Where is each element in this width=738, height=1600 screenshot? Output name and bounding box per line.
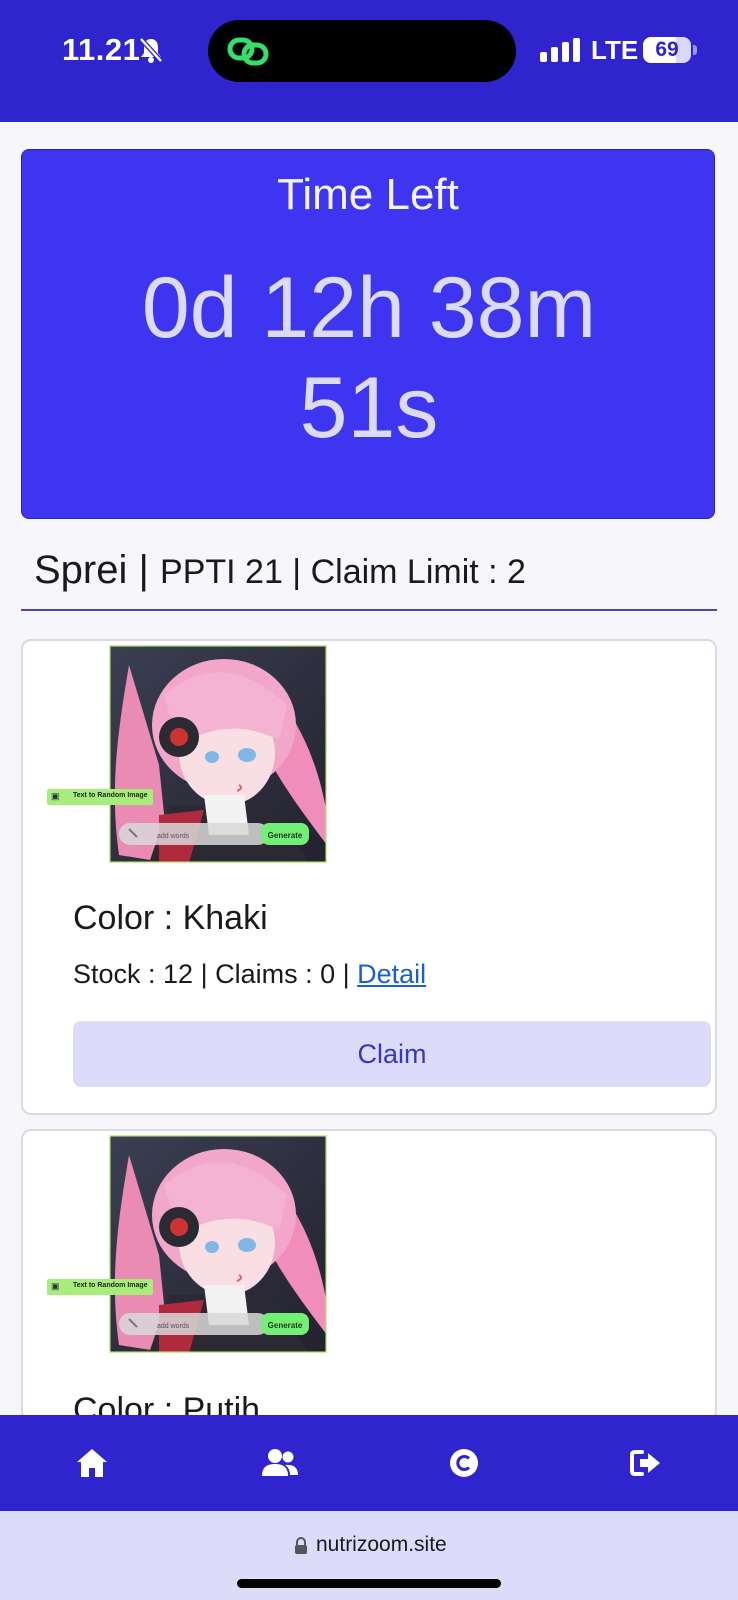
detail-link[interactable]: Detail xyxy=(357,959,426,989)
url-text: nutrizoom.site xyxy=(316,1533,447,1556)
product-card: Generate add words ▣ Text to Random Imag… xyxy=(21,1129,717,1421)
stock-text: Stock : 12 | Claims : 0 | xyxy=(73,959,358,989)
image-input-placeholder: add words xyxy=(157,1323,190,1330)
generate-button-label: Generate xyxy=(268,831,303,840)
claim-button[interactable]: Claim xyxy=(73,1021,711,1087)
section-name: Sprei xyxy=(34,548,128,592)
signal-icon xyxy=(540,38,580,67)
image-badge-label: Text to Random Image xyxy=(73,792,148,799)
section-title: Sprei | PPTI 21 | Claim Limit : 2 xyxy=(34,548,526,593)
bottom-nav xyxy=(0,1415,738,1511)
home-icon xyxy=(77,1449,107,1477)
image-badge-icon: ▣ xyxy=(51,791,60,801)
users-icon xyxy=(262,1449,298,1476)
section-separator: | xyxy=(282,553,311,591)
claim-limit: Claim Limit : 2 xyxy=(310,553,526,591)
product-color: Color : Khaki xyxy=(73,899,268,937)
copyright-icon xyxy=(450,1449,478,1477)
bell-muted-icon xyxy=(138,36,164,69)
image-badge-icon: ▣ xyxy=(51,1281,60,1291)
image-badge-label: Text to Random Image xyxy=(73,1282,148,1289)
nav-copyright[interactable] xyxy=(424,1415,504,1511)
product-image: Generate add words xyxy=(109,645,327,863)
nav-home[interactable] xyxy=(52,1415,132,1511)
logout-icon xyxy=(630,1450,660,1476)
lock-icon xyxy=(295,1537,307,1554)
home-indicator[interactable] xyxy=(237,1579,501,1588)
countdown-label: Time Left xyxy=(277,170,459,219)
image-badge: ▣ Text to Random Image xyxy=(47,1279,153,1295)
browser-url-bar[interactable]: nutrizoom.site xyxy=(0,1511,738,1600)
countdown-value: 0d 12h 38m 51s xyxy=(141,260,597,456)
status-time: 11.21 xyxy=(62,32,141,67)
image-badge: ▣ Text to Random Image xyxy=(47,789,153,805)
section-separator: | xyxy=(127,548,161,592)
generate-button-label: Generate xyxy=(268,1321,303,1330)
image-input-placeholder: add words xyxy=(157,833,190,840)
battery-tip xyxy=(693,45,697,55)
stock-info: Stock : 12 | Claims : 0 | Detail xyxy=(73,959,426,990)
dynamic-island xyxy=(208,20,516,82)
section-group: PPTI 21 xyxy=(160,553,283,591)
product-card: Generate add words ▣ Text to Random Imag… xyxy=(21,639,717,1115)
product-image: Generate add words xyxy=(109,1135,327,1353)
countdown-card: Time Left 0d 12h 38m 51s xyxy=(21,149,715,519)
battery-percent: 69 xyxy=(655,38,679,61)
battery-icon: 69 xyxy=(643,37,691,63)
status-bar: 11.21 LTE 69 xyxy=(0,0,738,122)
link-app-icon xyxy=(226,34,272,73)
nav-logout[interactable] xyxy=(606,1415,686,1511)
section-divider xyxy=(21,609,717,611)
nav-users[interactable] xyxy=(240,1415,320,1511)
network-type: LTE xyxy=(591,35,639,65)
